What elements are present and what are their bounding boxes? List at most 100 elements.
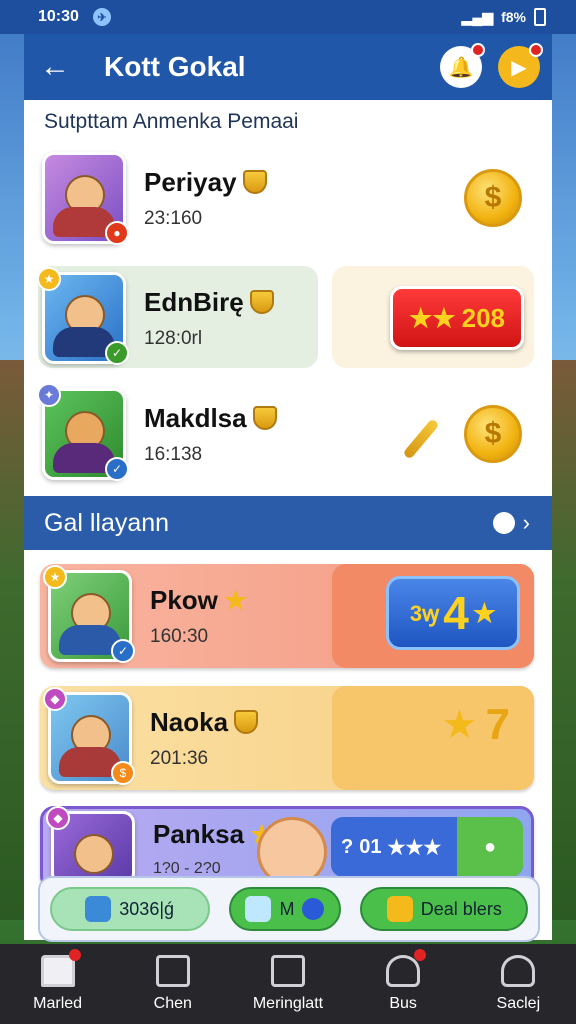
nav-label: Saclej [496,995,541,1012]
player-name: Periyay [144,166,237,197]
action-label: Deal blers [420,898,502,919]
action-label: 3036|ǵ [119,898,175,919]
star-badge-icon: ★ [43,565,67,589]
leaderboard-panel: Sutpttam Anmenka Pemaai ● Periyay 23:160… [24,100,552,942]
notification-bell-icon[interactable]: 🔔 [440,43,485,88]
value-display[interactable]: ★ 7 [442,700,510,750]
level-badge-icon: ✓ [111,639,135,663]
level-badge-icon: ✓ [105,457,129,481]
reward-pill[interactable]: ★★ 208 [390,286,524,350]
value-number: 4 [443,587,469,639]
shield-icon [242,170,267,194]
player-score: 160:30 [150,625,209,647]
player-card[interactable]: ★ ✓ Pkow ★ 160:30 3ꝡ 4 ★ [40,564,534,668]
avatar: ✦ ✓ [37,383,129,481]
battery-icon [534,8,546,26]
coin-icon[interactable]: $ [464,169,522,227]
avatar: ◆ [46,806,135,885]
nav-label: Chen [153,995,192,1012]
chevron-right-icon[interactable]: › [523,510,530,536]
section-title: Sutpttam Anmenka Pemaai [44,110,299,133]
group-icon [386,949,427,987]
nav-item-profile[interactable]: Saclej [468,955,568,1013]
circle-icon [302,898,325,920]
gem-badge-icon: ◆ [46,806,70,830]
nav-label: Marled [33,995,83,1012]
action-button-1[interactable]: 3036|ǵ [49,887,210,931]
mail-icon [270,955,305,987]
value-pill[interactable]: ? 01 ★★★ ● [331,817,523,877]
play-icon[interactable]: ▶ [498,43,543,88]
key-icon: ? [341,835,354,858]
status-time: 10:30 [38,8,79,25]
home-icon [40,949,81,987]
page-title: Kott Gokal [104,51,246,82]
level-badge-icon: $ [111,761,135,785]
avatar: ◆ $ [43,687,135,785]
star-icon: ★ [223,584,248,615]
reward-value: 208 [461,302,505,333]
star-icon: ★ [472,597,497,628]
player-score: 1?0 - 2?0 [153,859,221,877]
action-label: M [279,898,295,919]
action-button-3[interactable]: Deal blers [360,887,529,931]
shield-icon [252,406,277,430]
value-prefix: 3ꝡ [409,601,440,626]
coin-icon[interactable]: ● [457,817,523,877]
star-icon: ★★ [408,302,456,333]
nav-label: Meringlatt [252,995,324,1012]
level-badge-icon: ● [105,221,129,245]
action-bar: 3036|ǵ M Deal blers [38,876,540,942]
signal-icon: ▂▄▆ [461,8,494,25]
player-name: Naoka [150,706,229,737]
nav-item-mail[interactable]: Meringlatt [238,955,338,1013]
player-row[interactable]: ★ ✓ EdnBirę 128:0rl ★★ 208 [37,266,536,370]
shield-icon [85,896,112,922]
gear-badge-icon: ✦ [37,383,61,407]
value-pill[interactable]: 3ꝡ 4 ★ [386,576,520,650]
bottom-navigation: Marled Chen Meringlatt Bus Saclej [0,944,576,1024]
nav-label: Bus [389,995,417,1012]
back-arrow-icon[interactable]: ← [40,50,80,84]
chat-icon [155,955,190,987]
star-icon: ★★★ [387,836,442,859]
bag-icon [386,896,413,922]
player-row[interactable]: ● Periyay 23:160 $ [42,146,536,250]
coin-icon[interactable]: $ [464,405,522,463]
microphone-icon[interactable] [402,418,440,460]
player-score: 128:0rl [144,327,203,349]
star-badge-icon: ★ [37,267,61,291]
nav-item-chat[interactable]: Chen [123,955,223,1013]
status-bar: 10:30 ✈ ▂▄▆ f8% [0,0,576,34]
nav-item-home[interactable]: Marled [8,949,108,1013]
nav-item-group[interactable]: Bus [353,949,453,1013]
section-title: Gal llayann [44,508,170,537]
battery-level: f8% [501,9,526,25]
value-number: 01 [359,835,382,858]
player-score: 23:160 [144,207,203,229]
action-button-2[interactable]: M [228,887,341,931]
shield-icon [249,290,274,314]
avatar: ● [42,152,129,245]
gem-badge-icon: ◆ [43,687,67,711]
player-name: Panksa [153,818,245,849]
player-name: Makdlsa [144,402,247,433]
player-score: 16:138 [144,443,203,465]
app-header: ← Kott Gokal 🔔 ▶ [24,34,552,100]
player-card[interactable]: ◆ $ Naoka 201:36 ★ 7 [40,686,534,790]
level-badge-icon: ✓ [105,341,129,365]
avatar: ★ ✓ [37,267,129,365]
gem-icon [245,896,272,922]
player-score: 201:36 [150,747,209,769]
player-name: Pkow [150,584,218,615]
player-name: EdnBirę [144,286,244,317]
section-header[interactable]: Gal llayann › [24,496,552,550]
notification-icon: ✈ [92,8,111,26]
player-row[interactable]: ✦ ✓ Makdlsa 16:138 $ [37,382,536,486]
star-icon: ★ [441,703,478,747]
shield-icon [234,710,259,734]
profile-icon [501,955,536,987]
info-icon [492,512,515,534]
avatar: ★ ✓ [43,565,135,663]
value-number: 7 [485,700,510,749]
